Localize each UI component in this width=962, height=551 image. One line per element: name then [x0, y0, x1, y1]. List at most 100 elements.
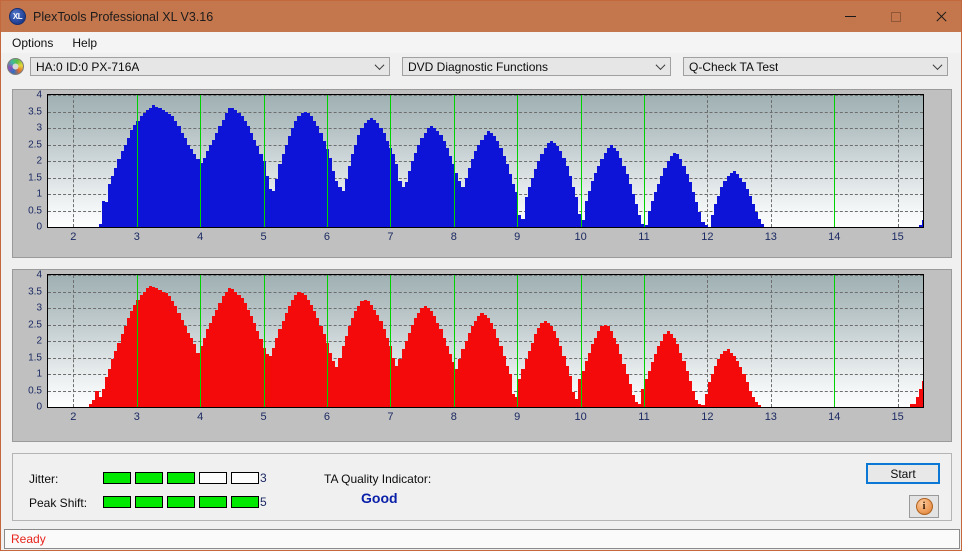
x-axis-tick-label: 13 — [764, 231, 777, 243]
maximize-button[interactable] — [873, 1, 918, 32]
x-axis-tick-label: 11 — [638, 231, 650, 243]
peak-shift-value: 5 — [260, 495, 267, 509]
meter-segment — [167, 496, 195, 508]
meter-segment — [199, 472, 227, 484]
bar — [704, 225, 708, 227]
x-axis-tick-label: 14 — [828, 231, 841, 243]
x-axis-tick-label: 5 — [260, 231, 267, 243]
jitter-chart: 4 3.5 3 2.5 2 1.5 1 0.5 0 2 3 4 5 6 7 8 9 10 11 12 13 14 15 — [13, 90, 951, 257]
x-axis-tick-label: 4 — [197, 411, 204, 423]
x-axis-tick-label: 6 — [323, 231, 331, 243]
jitter-meter — [103, 472, 263, 484]
app-icon: XL — [9, 8, 26, 25]
jitter-label: Jitter: — [29, 472, 59, 486]
peak-shift-chart-plot-area — [47, 274, 924, 408]
meter-segment — [167, 472, 195, 484]
info-icon: i — [915, 498, 933, 515]
toolbar: HA:0 ID:0 PX-716A DVD Diagnostic Functio… — [1, 53, 961, 80]
menu-bar: Options Help — [1, 32, 961, 53]
function-select[interactable]: DVD Diagnostic Functions — [402, 57, 671, 76]
x-axis-tick-label: 15 — [891, 231, 904, 243]
meter-segment — [135, 496, 163, 508]
jitter-chart-panel: 4 3.5 3 2.5 2 1.5 1 0.5 0 2 3 4 5 6 7 8 9 10 11 12 13 14 15 — [12, 89, 952, 258]
bar — [761, 223, 765, 227]
x-axis-tick-label: 12 — [701, 411, 714, 423]
x-axis-tick-label: 7 — [387, 411, 394, 423]
ta-quality-label: TA Quality Indicator: — [324, 472, 432, 486]
function-select-value: DVD Diagnostic Functions — [408, 59, 549, 74]
test-select[interactable]: Q-Check TA Test — [683, 57, 948, 76]
y-axis-tick-label: 3.5 — [28, 106, 42, 117]
y-axis-tick-label: 4 — [36, 89, 42, 101]
ta-quality-value: Good — [361, 490, 398, 506]
y-axis-tick-label: 3 — [36, 302, 42, 314]
x-axis-tick-label: 2 — [70, 411, 77, 423]
peak-shift-chart: 4 3.5 3 2.5 2 1.5 1 0.5 0 2 3 4 5 6 7 8 9 10 11 12 13 14 15 — [13, 270, 951, 441]
meter-segment — [103, 472, 131, 484]
bar — [922, 220, 923, 227]
y-axis-tick-label: 0.5 — [28, 205, 42, 216]
x-axis-tick-label: 2 — [70, 231, 77, 243]
menu-item-options[interactable]: Options — [4, 34, 61, 52]
bar — [922, 380, 923, 407]
x-axis-tick-label: 10 — [574, 231, 587, 243]
x-axis-tick-label: 15 — [891, 411, 904, 423]
results-panel: Jitter: 3 Peak Shift: 5 TA Quality Indic… — [12, 453, 952, 521]
chevron-down-icon — [374, 59, 385, 70]
jitter-chart-plot-area — [47, 94, 924, 228]
meter-segment — [231, 472, 259, 484]
meter-segment — [103, 496, 131, 508]
start-button[interactable]: Start — [866, 463, 940, 484]
drive-select[interactable]: HA:0 ID:0 PX-716A — [30, 57, 390, 76]
peak-shift-label: Peak Shift: — [29, 496, 88, 510]
meter-segment — [231, 496, 259, 508]
x-axis-tick-label: 10 — [574, 411, 587, 423]
plextools-window: XL PlexTools Professional XL V3.16 Optio… — [0, 0, 962, 551]
jitter-value: 3 — [260, 471, 267, 485]
maximize-icon — [890, 11, 901, 22]
x-axis-tick-label: 9 — [514, 411, 521, 423]
meter-segment — [199, 496, 227, 508]
y-axis-tick-label: 1.5 — [28, 352, 42, 363]
y-axis-tick-label: 0.5 — [28, 385, 42, 396]
window-title: PlexTools Professional XL V3.16 — [33, 9, 214, 24]
x-axis-tick-label: 13 — [764, 411, 777, 423]
minimize-icon — [845, 16, 856, 17]
bar-series — [48, 275, 923, 407]
x-axis-tick-label: 6 — [323, 411, 331, 423]
x-axis-tick-label: 3 — [133, 411, 140, 423]
chevron-down-icon — [932, 59, 943, 70]
bar — [758, 405, 762, 407]
x-axis-tick-label: 8 — [450, 411, 457, 423]
x-axis-tick-label: 11 — [638, 411, 650, 423]
peak-shift-chart-x-axis: 2 3 4 5 6 7 8 9 10 11 12 13 14 15 — [13, 411, 951, 429]
info-button[interactable]: i — [909, 495, 939, 518]
jitter-chart-x-axis: 2 3 4 5 6 7 8 9 10 11 12 13 14 15 — [13, 231, 951, 249]
x-axis-tick-label: 14 — [828, 411, 841, 423]
peak-shift-meter — [103, 496, 263, 508]
status-bar: Ready — [4, 529, 960, 549]
y-axis-tick-label: 3.5 — [28, 286, 42, 297]
y-axis-tick-label: 3 — [36, 122, 42, 134]
status-text: Ready — [11, 532, 46, 546]
peak-shift-chart-panel: 4 3.5 3 2.5 2 1.5 1 0.5 0 2 3 4 5 6 7 8 9 10 11 12 13 14 15 — [12, 269, 952, 442]
y-axis-tick-label: 2 — [36, 155, 42, 167]
x-axis-tick-label: 3 — [133, 231, 140, 243]
x-axis-tick-label: 7 — [387, 231, 394, 243]
minimize-button[interactable] — [828, 1, 873, 32]
y-axis-tick-label: 2 — [36, 335, 42, 347]
test-select-value: Q-Check TA Test — [689, 59, 779, 74]
close-icon — [935, 11, 946, 22]
y-axis-tick-label: 1 — [36, 368, 42, 380]
x-axis-tick-label: 5 — [260, 411, 267, 423]
menu-item-help[interactable]: Help — [64, 34, 105, 52]
y-axis-tick-label: 2.5 — [28, 139, 42, 150]
close-button[interactable] — [918, 1, 961, 32]
y-axis-tick-label: 4 — [36, 269, 42, 281]
disc-drive-icon — [7, 58, 24, 75]
meter-segment — [135, 472, 163, 484]
x-axis-tick-label: 4 — [197, 231, 204, 243]
x-axis-tick-label: 9 — [514, 231, 521, 243]
x-axis-tick-label: 8 — [450, 231, 457, 243]
chevron-down-icon — [655, 59, 666, 70]
